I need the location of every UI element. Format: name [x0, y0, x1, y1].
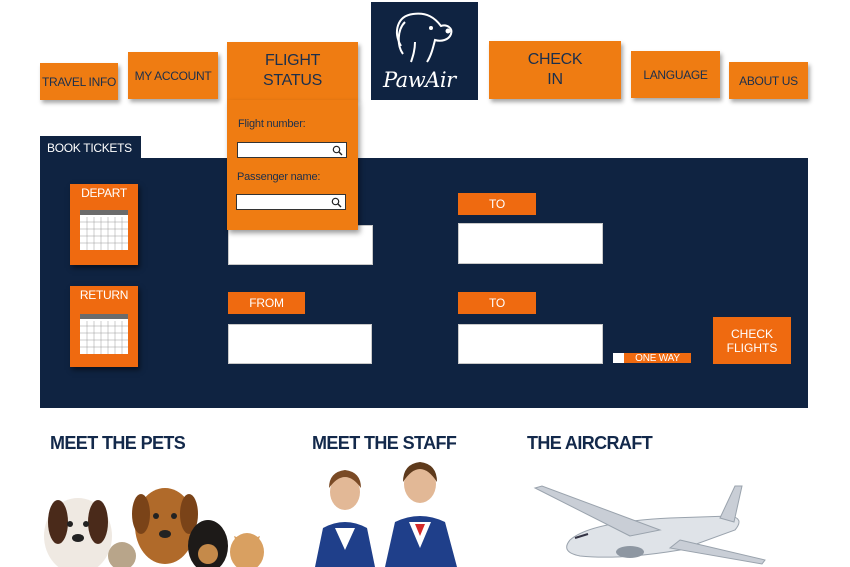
meet-the-pets-heading[interactable]: MEET THE PETS: [50, 433, 186, 454]
flight-number-input[interactable]: [237, 142, 347, 158]
from-label-text: FROM: [249, 296, 284, 310]
meet-the-staff-heading[interactable]: MEET THE STAFF: [312, 433, 457, 454]
check-flights-label-2: FLIGHTS: [726, 340, 778, 355]
calendar-icon: [80, 210, 128, 250]
return-calendar-button[interactable]: RETURN: [70, 286, 138, 367]
magnifier-icon[interactable]: [331, 197, 342, 208]
return-label: RETURN: [79, 288, 129, 302]
nav-travel-info-button[interactable]: TRAVEL INFO: [40, 63, 118, 100]
one-way-checkbox[interactable]: [613, 353, 624, 363]
book-tickets-tab[interactable]: BOOK TICKETS: [40, 136, 141, 160]
return-from-input[interactable]: [228, 324, 372, 364]
nav-travel-info-label: TRAVEL INFO: [41, 74, 117, 89]
check-flights-button[interactable]: CHECK FLIGHTS: [713, 317, 791, 364]
calendar-icon: [80, 314, 128, 354]
nav-language-button[interactable]: LANGUAGE: [631, 51, 720, 98]
logo-text: PawAir: [383, 68, 456, 92]
nav-flight-status-button[interactable]: FLIGHT STATUS: [227, 42, 358, 100]
one-way-label[interactable]: ONE WAY: [624, 352, 691, 364]
the-aircraft-heading[interactable]: THE AIRCRAFT: [527, 433, 653, 454]
from-label: FROM: [228, 292, 305, 314]
passenger-name-input[interactable]: [236, 194, 346, 210]
book-tickets-label: BOOK TICKETS: [47, 141, 132, 155]
to-label-bottom-text: TO: [488, 296, 506, 310]
pawair-logo[interactable]: PawAir: [371, 2, 478, 100]
nav-my-account-button[interactable]: MY ACCOUNT: [128, 52, 218, 99]
nav-about-us-button[interactable]: ABOUT US: [729, 62, 808, 99]
to-label-bottom: TO: [458, 292, 536, 314]
depart-to-input[interactable]: [458, 223, 603, 264]
nav-language-label: LANGUAGE: [643, 67, 708, 82]
one-way-text: ONE WAY: [635, 352, 680, 364]
to-label-top-text: TO: [488, 197, 506, 211]
aircraft-image[interactable]: [530, 478, 770, 567]
nav-check-in-label-2: IN: [547, 71, 563, 88]
flight-status-dropdown: Flight number: Passenger name:: [227, 100, 358, 230]
depart-from-input[interactable]: [228, 225, 373, 265]
nav-about-us-label: ABOUT US: [739, 73, 798, 88]
pets-image[interactable]: [40, 476, 270, 567]
depart-calendar-button[interactable]: DEPART: [70, 184, 138, 265]
staff-image[interactable]: [305, 458, 470, 567]
return-to-input[interactable]: [458, 324, 603, 364]
depart-label: DEPART: [81, 186, 127, 200]
flight-number-label: Flight number:: [238, 118, 306, 130]
passenger-name-label: Passenger name:: [237, 171, 321, 183]
magnifier-icon[interactable]: [332, 145, 343, 156]
nav-check-in-button[interactable]: CHECK IN: [489, 41, 621, 99]
check-flights-label-1: CHECK: [730, 326, 773, 341]
nav-flight-status-label-2: STATUS: [263, 72, 322, 89]
nav-check-in-label-1: CHECK: [527, 51, 583, 68]
nav-my-account-label: MY ACCOUNT: [134, 68, 212, 83]
nav-flight-status-label-1: FLIGHT: [264, 52, 321, 69]
to-label-top: TO: [458, 193, 536, 215]
booking-panel: [40, 158, 808, 408]
